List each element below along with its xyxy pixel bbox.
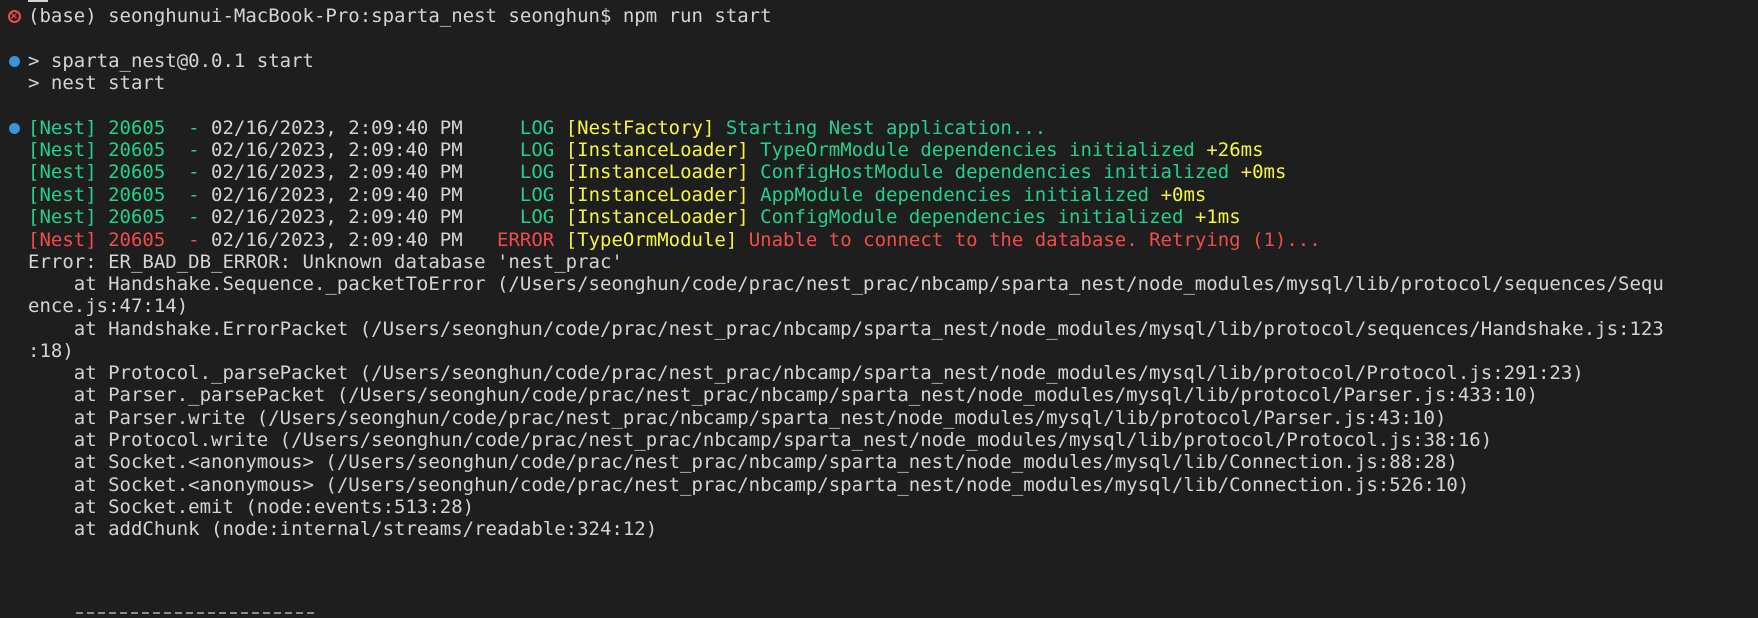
- log-timestamp: 02/16/2023, 2:09:40 PM: [211, 229, 463, 251]
- log-prefix: [Nest] 20605 -: [28, 161, 212, 183]
- log-context: [InstanceLoader]: [565, 139, 749, 161]
- top-overflow-mark: [28, 0, 48, 2]
- prompt-line: × (base) seonghunui-MacBook-Pro:sparta_n…: [0, 4, 1758, 29]
- log-context: [InstanceLoader]: [565, 184, 749, 206]
- stack-line: at addChunk (node:internal/streams/reada…: [0, 517, 1758, 542]
- log-level: LOG: [474, 206, 555, 228]
- log-entry: [Nest] 20605 - 02/16/2023, 2:09:40 PM LO…: [0, 160, 1758, 185]
- log-timestamp: 02/16/2023, 2:09:40 PM: [211, 117, 463, 139]
- bottom-separator: [76, 612, 316, 614]
- log-timestamp: 02/16/2023, 2:09:40 PM: [211, 139, 463, 161]
- stack-text: at addChunk (node:internal/streams/reada…: [28, 518, 658, 540]
- log-timestamp: 02/16/2023, 2:09:40 PM: [211, 184, 463, 206]
- stack-line: ence.js:47:14): [0, 294, 1758, 319]
- terminal-output[interactable]: × (base) seonghunui-MacBook-Pro:sparta_n…: [0, 0, 1758, 618]
- log-level: ERROR: [474, 229, 555, 251]
- stack-line: at Parser._parsePacket (/Users/seonghun/…: [0, 383, 1758, 408]
- log-message: TypeOrmModule dependencies initialized: [760, 139, 1195, 161]
- command-marker-dot-icon[interactable]: [8, 123, 20, 134]
- stack-text: at Parser._parsePacket (/Users/seonghun/…: [28, 384, 1538, 406]
- log-prefix: [Nest] 20605 -: [28, 206, 212, 228]
- log-delta: +0ms: [1160, 184, 1207, 206]
- stack-line: at Socket.<anonymous> (/Users/seonghun/c…: [0, 450, 1758, 475]
- log-delta: +0ms: [1240, 161, 1287, 183]
- log-context: [NestFactory]: [565, 117, 715, 139]
- log-message: ConfigModule dependencies initialized: [760, 206, 1184, 228]
- log-timestamp: 02/16/2023, 2:09:40 PM: [211, 161, 463, 183]
- stack-text: at Socket.<anonymous> (/Users/seonghun/c…: [28, 451, 1458, 473]
- log-level: LOG: [474, 117, 555, 139]
- stack-text: ence.js:47:14): [28, 295, 189, 317]
- error-circle-icon[interactable]: ×: [7, 10, 21, 23]
- log-entry: [Nest] 20605 - 02/16/2023, 2:09:40 PM LO…: [0, 205, 1758, 230]
- prompt-text: (base) seonghunui-MacBook-Pro:sparta_nes…: [28, 5, 772, 27]
- log-context: [TypeOrmModule]: [565, 229, 738, 251]
- log-context: [InstanceLoader]: [565, 161, 749, 183]
- script-line: > nest start: [0, 71, 1758, 96]
- script-line-text: > nest start: [28, 72, 166, 94]
- log-prefix: [Nest] 20605 -: [28, 229, 212, 251]
- log-message: AppModule dependencies initialized: [760, 184, 1150, 206]
- log-timestamp: 02/16/2023, 2:09:40 PM: [211, 206, 463, 228]
- log-message: Unable to connect to the database. Retry…: [748, 229, 1321, 251]
- log-prefix: [Nest] 20605 -: [28, 184, 212, 206]
- log-prefix: [Nest] 20605 -: [28, 139, 212, 161]
- log-delta: +1ms: [1194, 206, 1241, 228]
- command-status-gutter[interactable]: ×: [6, 4, 22, 29]
- log-delta: +26ms: [1206, 139, 1264, 161]
- log-message: ConfigHostModule dependencies initialize…: [760, 161, 1230, 183]
- command-marker-dot-icon[interactable]: [8, 56, 20, 67]
- log-context: [InstanceLoader]: [565, 206, 749, 228]
- log-level: LOG: [474, 161, 555, 183]
- log-message: Starting Nest application...: [725, 117, 1047, 139]
- log-prefix: [Nest] 20605 -: [28, 117, 212, 139]
- log-level: LOG: [474, 139, 555, 161]
- log-level: LOG: [474, 184, 555, 206]
